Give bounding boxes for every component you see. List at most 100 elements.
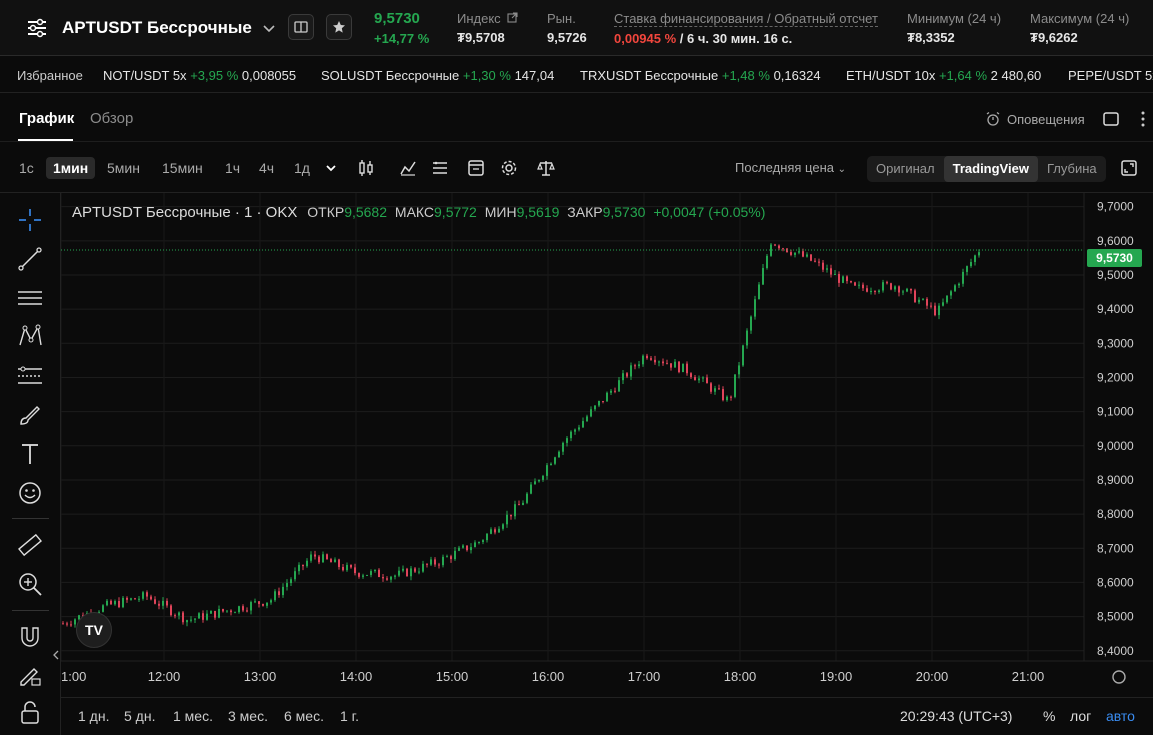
timeframe-4h[interactable]: 4ч (259, 160, 274, 176)
gear-icon[interactable] (500, 159, 518, 177)
ticker-item[interactable]: TRXUSDT Бессрочные +1,48 % 0,16324 (580, 68, 821, 83)
ticker-item[interactable]: SOLUSDT Бессрочные +1,30 % 147,04 (321, 68, 554, 83)
candle (534, 481, 536, 485)
indicators-icon[interactable] (399, 159, 417, 177)
trend-line-icon[interactable] (17, 246, 43, 272)
candle (250, 602, 252, 611)
bottom-bar: 1 дн. 5 дн. 1 мес. 3 мес. 6 мес. 1 г. 20… (61, 697, 1153, 735)
info-book-button[interactable] (288, 14, 314, 40)
candle (174, 615, 176, 617)
emoji-icon[interactable] (17, 480, 43, 506)
candle (310, 554, 312, 561)
brush-icon[interactable] (17, 402, 43, 428)
candle (806, 254, 808, 257)
candle (546, 465, 548, 476)
candle (394, 575, 396, 577)
ticker-item[interactable]: NOT/USDT 5x +3,95 % 0,008055 (103, 68, 296, 83)
candle (234, 612, 236, 614)
ticker-item[interactable]: ETH/USDT 10x +1,64 % 2 480,60 (846, 68, 1041, 83)
clock-timezone[interactable]: 20:29:43 (UTC+3) (900, 708, 1012, 724)
candle (142, 592, 144, 599)
timeframe-1d[interactable]: 1д (294, 160, 310, 176)
lock-icon[interactable] (17, 700, 43, 726)
template-icon[interactable] (467, 159, 485, 177)
timeframe-1h[interactable]: 1ч (225, 160, 240, 176)
tab-chart[interactable]: График (19, 110, 74, 127)
timeframe-dropdown-icon[interactable] (322, 159, 340, 177)
timeframe-1s[interactable]: 1с (19, 160, 34, 176)
price-chart[interactable]: 9,7000 9,6000 9,5000 9,4000 9,3000 9,2000 9,10… (61, 193, 1153, 697)
last-price: 9,5730 (374, 10, 420, 27)
range-3m[interactable]: 3 мес. (228, 708, 268, 724)
candle (850, 281, 852, 283)
candle (814, 260, 816, 262)
candles-icon[interactable] (357, 159, 375, 177)
menu-icon[interactable] (26, 17, 48, 39)
range-1d[interactable]: 1 дн. (78, 708, 109, 724)
alerts-button[interactable]: Оповещения (985, 111, 1085, 127)
window-icon[interactable] (1103, 112, 1119, 126)
auto-toggle[interactable]: авто (1106, 708, 1135, 724)
candle (810, 254, 812, 261)
candle (726, 396, 728, 401)
pencil-lock-icon[interactable] (17, 662, 43, 688)
timeframe-5m[interactable]: 5мин (107, 160, 140, 176)
candle (298, 564, 300, 572)
candle (158, 603, 160, 606)
view-depth[interactable]: Глубина (1038, 156, 1106, 182)
favorites-label[interactable]: Избранное (17, 68, 83, 83)
candle (458, 547, 460, 551)
view-tradingview[interactable]: TradingView (943, 156, 1038, 182)
pattern-icon[interactable] (17, 323, 43, 349)
ruler-icon[interactable] (17, 532, 43, 558)
tradingview-logo[interactable]: TV (76, 612, 112, 648)
candle (906, 288, 908, 292)
candle (926, 298, 928, 306)
magnet-icon[interactable] (17, 624, 43, 650)
timeframe-15m[interactable]: 15мин (162, 160, 203, 176)
candle (474, 542, 476, 548)
tab-overview[interactable]: Обзор (90, 110, 133, 127)
funding-stat[interactable]: Ставка финансирования / Обратный отсчет … (614, 11, 878, 46)
expand-icon[interactable] (1120, 159, 1138, 177)
crosshair-icon[interactable] (17, 207, 43, 233)
zoom-in-icon[interactable] (17, 571, 43, 597)
range-6m[interactable]: 6 мес. (284, 708, 324, 724)
more-vertical-icon[interactable] (1140, 110, 1146, 128)
log-toggle[interactable]: лог (1070, 708, 1091, 724)
candle (346, 564, 348, 571)
y-tick-label: 9,2000 (1097, 370, 1134, 384)
view-original[interactable]: Оригинал (867, 156, 944, 182)
axis-settings-icon[interactable] (1112, 670, 1126, 684)
candle (614, 390, 616, 392)
percent-toggle[interactable]: % (1043, 708, 1055, 724)
candle (490, 529, 492, 534)
candle (290, 579, 292, 584)
text-icon[interactable] (17, 441, 43, 467)
pair-title[interactable]: APTUSDT Бессрочные (62, 18, 252, 38)
candle (518, 504, 520, 506)
favorite-button[interactable] (326, 14, 352, 40)
candle (838, 274, 840, 283)
collapse-arrow-icon[interactable] (52, 649, 60, 661)
chart-toolbar: 1с 1мин 5мин 15мин 1ч 4ч 1д Последняя це… (0, 143, 1153, 193)
candle (674, 361, 676, 368)
y-tick-label: 9,0000 (1097, 439, 1134, 453)
ticker-item[interactable]: PEPE/USDT 5x (1068, 68, 1153, 83)
index-value: ₮9,5708 (457, 30, 505, 45)
scales-icon[interactable] (537, 159, 555, 177)
external-link-icon[interactable] (507, 12, 518, 23)
range-1y[interactable]: 1 г. (340, 708, 359, 724)
chevron-down-icon[interactable] (261, 18, 277, 38)
timeframe-1m[interactable]: 1мин (46, 157, 96, 179)
candle (866, 288, 868, 292)
list-settings-icon[interactable] (431, 159, 449, 177)
horizontal-lines-icon[interactable] (17, 285, 43, 311)
candle (818, 261, 820, 263)
legend-close: 9,5730 (602, 204, 646, 220)
price-source-dropdown[interactable]: Последняя цена ⌄ (735, 160, 846, 175)
x-tick-label: 21:00 (1012, 669, 1045, 684)
range-1m[interactable]: 1 мес. (173, 708, 213, 724)
range-5d[interactable]: 5 дн. (124, 708, 155, 724)
fib-icon[interactable] (17, 363, 43, 389)
